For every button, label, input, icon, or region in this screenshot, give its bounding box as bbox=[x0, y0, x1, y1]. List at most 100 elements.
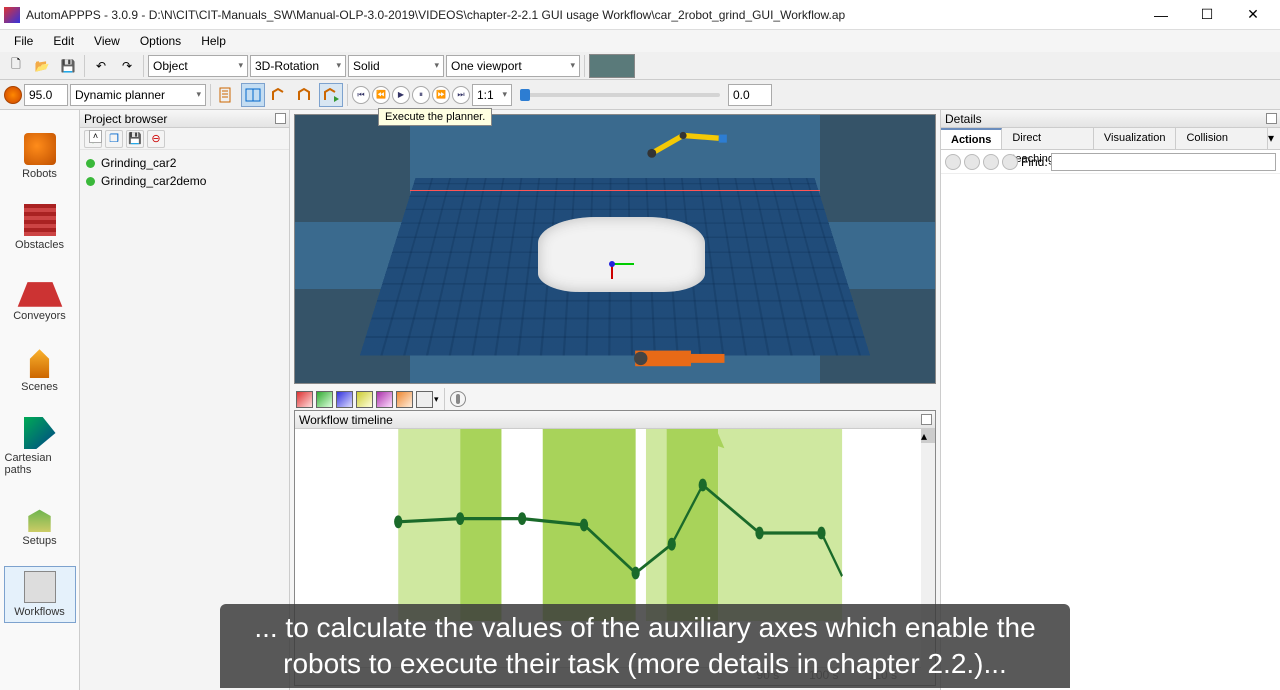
status-dot-icon bbox=[86, 177, 95, 186]
view-cube-top-icon[interactable] bbox=[376, 391, 393, 408]
find-nav-first-icon[interactable] bbox=[945, 154, 961, 170]
separator bbox=[347, 84, 348, 106]
timeline-header[interactable]: Workflow timeline bbox=[295, 411, 935, 429]
axis-gizmo-icon bbox=[602, 249, 642, 279]
time-input[interactable] bbox=[728, 84, 772, 106]
collapse-arrow-icon[interactable]: ˄ bbox=[89, 130, 102, 143]
view-cube-left-icon[interactable] bbox=[336, 391, 353, 408]
tooltip: Execute the planner. bbox=[378, 108, 492, 126]
mouse-mode-icon[interactable] bbox=[450, 391, 466, 407]
chevron-down-icon[interactable]: ▾ bbox=[434, 394, 439, 405]
sidebar-item-workflows[interactable]: Workflows bbox=[4, 566, 76, 623]
planner-btn-2-icon[interactable] bbox=[241, 83, 265, 107]
menu-edit[interactable]: Edit bbox=[43, 31, 84, 52]
dd-object[interactable]: Object bbox=[148, 55, 248, 77]
tb-open-icon[interactable]: 📂 bbox=[30, 54, 54, 78]
robot-icon bbox=[24, 133, 56, 165]
find-input[interactable] bbox=[1051, 153, 1276, 171]
tab-actions[interactable]: Actions bbox=[941, 128, 1002, 149]
sidebar-item-setups[interactable]: Setups bbox=[4, 495, 76, 552]
tb-new-icon[interactable]: 🗋 bbox=[4, 54, 28, 78]
goto-start-icon[interactable]: ⏮ bbox=[352, 86, 370, 104]
planner-btn-4-icon[interactable] bbox=[293, 83, 317, 107]
menu-options[interactable]: Options bbox=[130, 31, 191, 52]
close-button[interactable]: ✕ bbox=[1230, 1, 1276, 29]
menu-view[interactable]: View bbox=[84, 31, 130, 52]
minimize-button[interactable]: — bbox=[1138, 1, 1184, 29]
tab-visualization[interactable]: Visualization bbox=[1094, 128, 1177, 149]
pb-delete-icon[interactable]: ⊖ bbox=[147, 130, 165, 148]
menu-help[interactable]: Help bbox=[191, 31, 236, 52]
guide-line bbox=[410, 190, 820, 191]
step-fwd-icon[interactable]: ⏩ bbox=[432, 86, 450, 104]
menu-file[interactable]: File bbox=[4, 31, 43, 52]
dd-ratio-label: 1:1 bbox=[477, 88, 494, 102]
speed-input[interactable] bbox=[24, 84, 68, 106]
planner-btn-1-icon[interactable] bbox=[215, 83, 239, 107]
playback-controls: ⏮ ⏪ ▶ ⏸ ⏩ ⏭ bbox=[352, 86, 470, 104]
tab-collision-check[interactable]: Collision check bbox=[1176, 128, 1268, 149]
tab-direct-teaching[interactable]: Direct teaching bbox=[1002, 128, 1094, 149]
time-slider[interactable] bbox=[520, 93, 720, 97]
tb-save-icon[interactable]: 💾 bbox=[56, 54, 80, 78]
pause-icon[interactable]: ⏸ bbox=[412, 86, 430, 104]
view-cube-right-icon[interactable] bbox=[356, 391, 373, 408]
dd-shading[interactable]: Solid bbox=[348, 55, 444, 77]
tab-overflow-icon[interactable]: ▾ bbox=[1268, 128, 1280, 149]
details-header[interactable]: Details bbox=[941, 110, 1280, 128]
scroll-up-icon[interactable]: ▴ bbox=[921, 429, 935, 443]
dd-viewport[interactable]: One viewport bbox=[446, 55, 580, 77]
planner-btn-5-execute-icon[interactable] bbox=[319, 83, 343, 107]
sidebar-item-label: Workflows bbox=[14, 606, 65, 618]
preview-swatch[interactable] bbox=[589, 54, 635, 78]
robot-arm-orange bbox=[615, 345, 756, 372]
main-area: Robots Obstacles Conveyors Scenes Cartes… bbox=[0, 110, 1280, 690]
view-cube-front-icon[interactable] bbox=[296, 391, 313, 408]
find-label: Find: bbox=[1021, 155, 1048, 169]
view-cube-bottom-icon[interactable] bbox=[396, 391, 413, 408]
find-nav-last-icon[interactable] bbox=[1002, 154, 1018, 170]
category-sidebar: Robots Obstacles Conveyors Scenes Cartes… bbox=[0, 110, 80, 690]
toolbar-row-1: 🗋 📂 💾 ↶ ↷ Object 3D-Rotation Solid One v… bbox=[0, 52, 1280, 80]
tree-item[interactable]: Grinding_car2demo bbox=[86, 172, 283, 190]
view-cube-iso-icon[interactable] bbox=[416, 391, 433, 408]
view-cube-back-icon[interactable] bbox=[316, 391, 333, 408]
planner-btn-3-icon[interactable] bbox=[267, 83, 291, 107]
sidebar-item-scenes[interactable]: Scenes bbox=[4, 341, 76, 398]
find-nav-next-icon[interactable] bbox=[983, 154, 999, 170]
play-icon[interactable]: ▶ bbox=[392, 86, 410, 104]
dd-ratio[interactable]: 1:1 bbox=[472, 84, 512, 106]
tb-redo-icon[interactable]: ↷ bbox=[115, 54, 139, 78]
pb-save-icon[interactable]: 💾 bbox=[126, 130, 144, 148]
conveyors-icon bbox=[17, 282, 62, 307]
dd-planner-mode[interactable]: Dynamic planner bbox=[70, 84, 206, 106]
panel-title: Workflow timeline bbox=[299, 413, 393, 427]
sidebar-item-cartesian-paths[interactable]: Cartesian paths bbox=[4, 412, 76, 481]
panel-minimize-icon[interactable] bbox=[921, 414, 932, 425]
obstacles-icon bbox=[24, 204, 56, 236]
status-dot-icon bbox=[86, 159, 95, 168]
sidebar-item-obstacles[interactable]: Obstacles bbox=[4, 199, 76, 256]
project-browser-header[interactable]: Project browser bbox=[80, 110, 289, 128]
scenes-icon bbox=[24, 346, 56, 378]
panel-minimize-icon[interactable] bbox=[1266, 113, 1277, 124]
tb-undo-icon[interactable]: ↶ bbox=[89, 54, 113, 78]
sidebar-item-robots[interactable]: Robots bbox=[4, 128, 76, 185]
slider-knob[interactable] bbox=[520, 89, 530, 101]
dd-rotation[interactable]: 3D-Rotation bbox=[250, 55, 346, 77]
tree-item[interactable]: Grinding_car2 bbox=[86, 154, 283, 172]
separator bbox=[210, 84, 211, 106]
setups-icon bbox=[24, 500, 56, 532]
maximize-button[interactable]: ☐ bbox=[1184, 1, 1230, 29]
panel-minimize-icon[interactable] bbox=[275, 113, 286, 124]
goto-end-icon[interactable]: ⏭ bbox=[452, 86, 470, 104]
find-row: Find: bbox=[941, 150, 1280, 174]
3d-viewport[interactable] bbox=[294, 114, 936, 384]
sidebar-item-conveyors[interactable]: Conveyors bbox=[4, 270, 76, 327]
find-nav-prev-icon[interactable] bbox=[964, 154, 980, 170]
spinner-icon[interactable] bbox=[4, 86, 22, 104]
titlebar: AutomAPPPS - 3.0.9 - D:\N\CIT\CIT-Manual… bbox=[0, 0, 1280, 30]
dd-viewport-label: One viewport bbox=[451, 59, 522, 73]
pb-copy-icon[interactable]: ❐ bbox=[105, 130, 123, 148]
step-back-icon[interactable]: ⏪ bbox=[372, 86, 390, 104]
